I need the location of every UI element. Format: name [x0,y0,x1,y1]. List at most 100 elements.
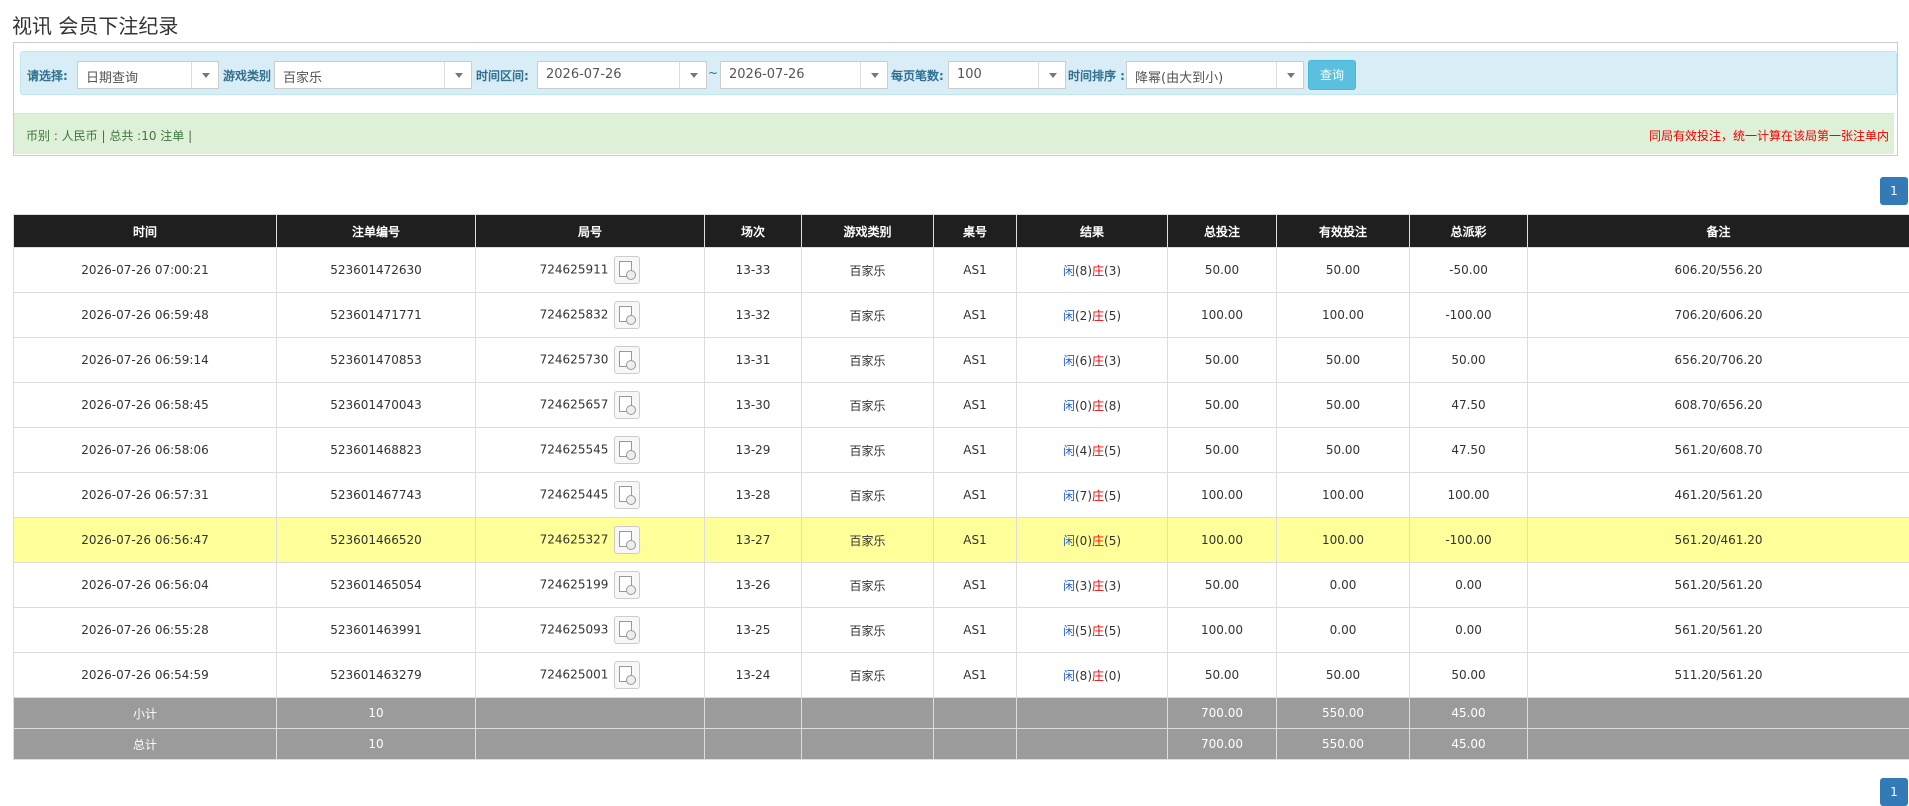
round-replay-icon[interactable] [614,481,640,509]
valid-bet: 50.00 [1277,428,1410,473]
round-replay-icon[interactable] [614,301,640,329]
player-score: (8) [1075,669,1092,683]
table-number: AS1 [934,338,1017,383]
note: 608.70/656.20 [1528,383,1909,428]
pagination-page-top[interactable]: 1 [1880,177,1908,205]
order-number: 523601470043 [277,383,476,428]
order-number: 523601463279 [277,653,476,698]
banker-label: 庄 [1092,264,1104,278]
player-label: 闲 [1063,444,1075,458]
banker-score: (3) [1104,579,1121,593]
player-score: (3) [1075,579,1092,593]
total-bet: 50.00 [1168,248,1277,293]
banker-score: (5) [1104,309,1121,323]
round-replay-icon[interactable] [614,526,640,554]
round-replay-icon[interactable] [614,346,640,374]
table-row: 2026-07-26 06:59:48523601471771724625832… [14,293,1909,338]
pagination-page-bottom[interactable]: 1 [1880,778,1908,806]
round-number-cell: 724625657 [476,383,705,428]
date-range-separator: ~ [708,66,718,80]
game-type-select[interactable]: 百家乐 [274,61,472,89]
player-score: (5) [1075,624,1092,638]
player-label: 闲 [1063,534,1075,548]
column-header: 桌号 [934,215,1017,248]
total-count: 10 [277,729,476,760]
bet-time: 2026-07-26 06:55:28 [14,608,277,653]
date-from-value: 2026-07-26 [546,67,622,82]
player-label: 闲 [1063,264,1075,278]
order-number: 523601463991 [277,608,476,653]
game-type: 百家乐 [802,608,934,653]
session: 13-31 [705,338,802,383]
query-type-select[interactable]: 日期查询 [77,61,219,89]
table-row: 2026-07-26 06:59:14523601470853724625730… [14,338,1909,383]
sort-label: 时间排序 : [1068,67,1125,84]
round-number-cell: 724625001 [476,653,705,698]
round-replay-icon[interactable] [614,571,640,599]
note: 561.20/561.20 [1528,608,1909,653]
round-replay-icon[interactable] [614,616,640,644]
bet-time: 2026-07-26 06:59:14 [14,338,277,383]
round-replay-icon[interactable] [614,256,640,284]
summary-bar [14,113,1894,154]
banker-label: 庄 [1092,399,1104,413]
order-number: 523601467743 [277,473,476,518]
chevron-down-icon [860,62,887,88]
valid-bet: 0.00 [1277,563,1410,608]
column-header: 有效投注 [1277,215,1410,248]
chevron-down-icon [679,62,706,88]
session: 13-24 [705,653,802,698]
game-type: 百家乐 [802,293,934,338]
valid-bet: 50.00 [1277,248,1410,293]
payout-sum: 45.00 [1410,729,1528,760]
valid-bet-sum: 550.00 [1277,729,1410,760]
session: 13-28 [705,473,802,518]
result-cell: 闲(8)庄(3) [1017,248,1168,293]
empty-cell [476,698,705,729]
payout: 0.00 [1410,608,1528,653]
empty-cell [934,698,1017,729]
round-replay-icon[interactable] [614,661,640,689]
table-row: 2026-07-26 06:58:06523601468823724625545… [14,428,1909,473]
query-button[interactable]: 查询 [1308,60,1356,90]
chevron-down-icon [444,62,471,88]
game-type: 百家乐 [802,383,934,428]
table-number: AS1 [934,653,1017,698]
session: 13-27 [705,518,802,563]
subtotal-row: 小计10700.00550.0045.00 [14,698,1909,729]
chevron-down-icon [1276,62,1303,88]
result-cell: 闲(8)庄(0) [1017,653,1168,698]
select-label: 请选择: [27,67,68,84]
player-label: 闲 [1063,579,1075,593]
table-number: AS1 [934,518,1017,563]
bet-records-table: 时间注单编号局号场次游戏类别桌号结果总投注有效投注总派彩备注 2026-07-2… [13,214,1909,760]
session: 13-25 [705,608,802,653]
date-to-input[interactable]: 2026-07-26 [720,61,888,89]
session: 13-33 [705,248,802,293]
empty-cell [1528,729,1909,760]
round-number: 724625832 [540,308,609,322]
per-page-value: 100 [957,67,982,82]
banker-label: 庄 [1092,444,1104,458]
valid-bet: 100.00 [1277,473,1410,518]
payout: -100.00 [1410,293,1528,338]
bet-time: 2026-07-26 06:58:06 [14,428,277,473]
per-page-select[interactable]: 100 [948,61,1066,89]
total-bet: 100.00 [1168,518,1277,563]
result-cell: 闲(0)庄(8) [1017,383,1168,428]
round-replay-icon[interactable] [614,436,640,464]
banker-score: (5) [1104,534,1121,548]
round-replay-icon[interactable] [614,391,640,419]
empty-cell [934,729,1017,760]
sort-select[interactable]: 降幂(由大到小) [1126,61,1304,89]
query-type-value: 日期查询 [86,71,138,86]
round-number-cell: 724625545 [476,428,705,473]
total-bet: 50.00 [1168,563,1277,608]
round-number: 724625445 [540,488,609,502]
table-number: AS1 [934,248,1017,293]
note: 706.20/606.20 [1528,293,1909,338]
date-from-input[interactable]: 2026-07-26 [537,61,707,89]
payout-sum: 45.00 [1410,698,1528,729]
banker-label: 庄 [1092,309,1104,323]
game-type-label: 游戏类别 [223,67,271,84]
